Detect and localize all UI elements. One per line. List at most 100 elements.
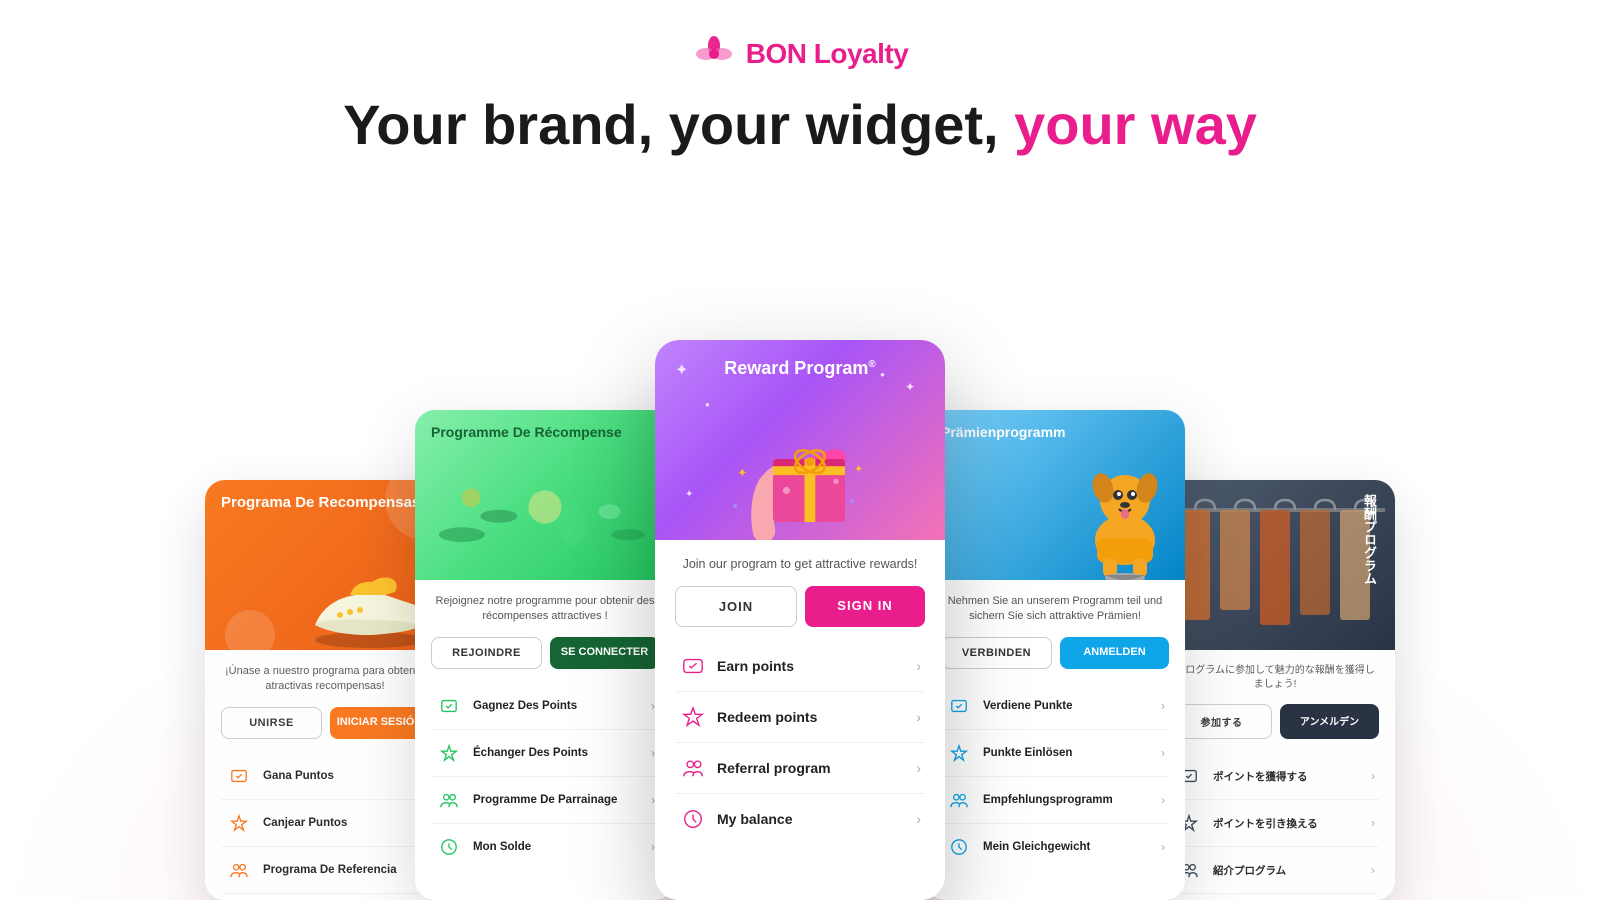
spanish-menu-label-3: Programa De Referencia [263, 864, 421, 876]
french-menu-3[interactable]: Programme De Parrainage › [431, 777, 659, 824]
star-deco-1: ✦ [675, 360, 688, 380]
chevron-icon-ja-1: › [1371, 769, 1375, 783]
english-menu-1[interactable]: Earn points › [675, 641, 925, 692]
german-menu-2[interactable]: Punkte Einlösen › [941, 730, 1169, 777]
balance-icon-green [435, 833, 463, 861]
star-deco-2: ✦ [905, 380, 915, 394]
logo-area: BON Loyalty [692, 32, 909, 76]
japanese-banner-title: 報酬プログラム [1171, 494, 1379, 585]
spanish-menu-3[interactable]: Programa De Referencia › [221, 847, 429, 894]
french-menu-1[interactable]: Gagnez Des Points › [431, 683, 659, 730]
redeem-icon-pink [679, 703, 707, 731]
english-menu-label-3: Referral program [717, 760, 916, 776]
german-banner-title: Prämienprogramm [941, 424, 1065, 440]
french-menu-2[interactable]: Échanger Des Points › [431, 730, 659, 777]
french-buttons: REJOINDRE SE CONNECTER [431, 637, 659, 669]
chevron-icon-de-2: › [1161, 746, 1165, 760]
redeem-icon-green [435, 739, 463, 767]
english-menu-2[interactable]: Redeem points › [675, 692, 925, 743]
spanish-join-btn[interactable]: UNIRSE [221, 707, 322, 739]
widget-german: Prämienprogramm [925, 410, 1185, 900]
headline-highlight: your way [1014, 93, 1257, 156]
german-subtitle: Nehmen Sie an unserem Programm teil und … [941, 594, 1169, 625]
french-signin-btn[interactable]: SE CONNECTER [550, 637, 659, 669]
widget-english: ✦ ✦ ✦ ● ● Reward Program® [655, 340, 945, 900]
english-menu-label-4: My balance [717, 811, 916, 827]
spanish-menu-4[interactable]: Mi Balance › [221, 894, 429, 900]
english-menu-3[interactable]: Referral program › [675, 743, 925, 794]
french-menu-4[interactable]: Mon Solde › [431, 824, 659, 870]
german-menu-1[interactable]: Verdiene Punkte › [941, 683, 1169, 730]
bon-loyalty-logo-icon [692, 32, 736, 76]
star-deco-3: ✦ [685, 489, 693, 500]
headline: Your brand, your widget, your way [343, 94, 1257, 156]
french-menu-label-1: Gagnez Des Points [473, 700, 651, 712]
german-menu-label-2: Punkte Einlösen [983, 747, 1161, 759]
earn-icon-pink [679, 652, 707, 680]
redeem-icon-blue [945, 739, 973, 767]
japanese-buttons: 参加する アンメルデン [1171, 704, 1379, 739]
referral-icon-green [435, 786, 463, 814]
spanish-menu-label-2: Canjear Puntos [263, 817, 421, 829]
japanese-menu-label-2: ポイントを引き換える [1213, 816, 1371, 831]
balance-icon-blue [945, 833, 973, 861]
svg-text:✦: ✦ [737, 466, 748, 480]
earn-icon-green [435, 692, 463, 720]
japanese-banner: 報酬プログラム [1155, 480, 1395, 650]
french-menu-label-3: Programme De Parrainage [473, 794, 651, 806]
chevron-icon-en-4: › [916, 811, 921, 827]
english-banner: ✦ ✦ ✦ ● ● Reward Program® [655, 340, 945, 540]
svg-text:✦: ✦ [854, 464, 863, 476]
chevron-icon-en-2: › [916, 709, 921, 725]
french-join-btn[interactable]: REJOINDRE [431, 637, 542, 669]
japanese-signin-btn[interactable]: アンメルデン [1280, 704, 1379, 739]
widget-spanish: Programa De Recompensas ¡Únase a nuestro… [205, 480, 445, 900]
chevron-icon-de-4: › [1161, 840, 1165, 854]
japanese-join-btn[interactable]: 参加する [1171, 704, 1272, 739]
referral-icon-pink [679, 754, 707, 782]
french-menu-label-2: Échanger Des Points [473, 747, 651, 759]
logo-text: BON Loyalty [746, 38, 909, 70]
german-menu-label-4: Mein Gleichgewicht [983, 841, 1161, 853]
earn-icon-orange [225, 762, 253, 790]
english-join-btn[interactable]: JOIN [675, 586, 797, 627]
widgets-container: Programa De Recompensas ¡Únase a nuestro… [0, 330, 1600, 900]
spanish-subtitle: ¡Únase a nuestro programa para obtener a… [221, 664, 429, 695]
japanese-menu-4[interactable]: 私の残高 › [1171, 894, 1379, 900]
english-body: Join our program to get attractive rewar… [655, 540, 945, 860]
japanese-menu-2[interactable]: ポイントを引き換える › [1171, 800, 1379, 847]
german-menu-label-1: Verdiene Punkte [983, 700, 1161, 712]
japanese-menu-1[interactable]: ポイントを獲得する › [1171, 753, 1379, 800]
french-menu-label-4: Mon Solde [473, 841, 651, 853]
spanish-menu-label-1: Gana Puntos [263, 770, 421, 782]
referral-icon-orange [225, 856, 253, 884]
svg-text:●: ● [733, 501, 738, 511]
earn-icon-blue [945, 692, 973, 720]
japanese-menu-label-3: 紹介プログラム [1213, 863, 1371, 878]
spanish-menu-2[interactable]: Canjear Puntos › [221, 800, 429, 847]
spanish-banner-title: Programa De Recompensas [221, 494, 420, 511]
spanish-menu-1[interactable]: Gana Puntos › [221, 753, 429, 800]
redeem-icon-orange [225, 809, 253, 837]
english-menu-4[interactable]: My balance › [675, 794, 925, 844]
german-body: Nehmen Sie an unserem Programm teil und … [925, 580, 1185, 884]
german-banner: Prämienprogramm [925, 410, 1185, 580]
headline-main: Your brand, your widget, [343, 93, 1014, 156]
german-menu-4[interactable]: Mein Gleichgewicht › [941, 824, 1169, 870]
dog-icon [1075, 430, 1175, 580]
english-signin-btn[interactable]: SIGN IN [805, 586, 925, 627]
japanese-subtitle: プログラムに参加して魅力的な報酬を獲得しましょう! [1171, 664, 1379, 692]
japanese-menu-3[interactable]: 紹介プログラム › [1171, 847, 1379, 894]
referral-icon-blue [945, 786, 973, 814]
chevron-icon-ja-2: › [1371, 816, 1375, 830]
french-banner: Programme De Récompense [415, 410, 675, 580]
widget-japanese: 報酬プログラム プログラムに参加して魅力的な報酬を獲得しましょう! 参加する ア… [1155, 480, 1395, 900]
german-signin-btn[interactable]: ANMELDEN [1060, 637, 1169, 669]
english-menu-label-1: Earn points [717, 658, 916, 674]
german-join-btn[interactable]: VERBINDEN [941, 637, 1052, 669]
spanish-buttons: UNIRSE INICIAR SESIÓN [221, 707, 429, 739]
widget-french: Programme De Récompense Rejoignez notre … [415, 410, 675, 900]
german-menu-3[interactable]: Empfehlungsprogramm › [941, 777, 1169, 824]
japanese-body: プログラムに参加して魅力的な報酬を獲得しましょう! 参加する アンメルデン ポイ… [1155, 650, 1395, 900]
french-banner-title: Programme De Récompense [431, 424, 622, 440]
